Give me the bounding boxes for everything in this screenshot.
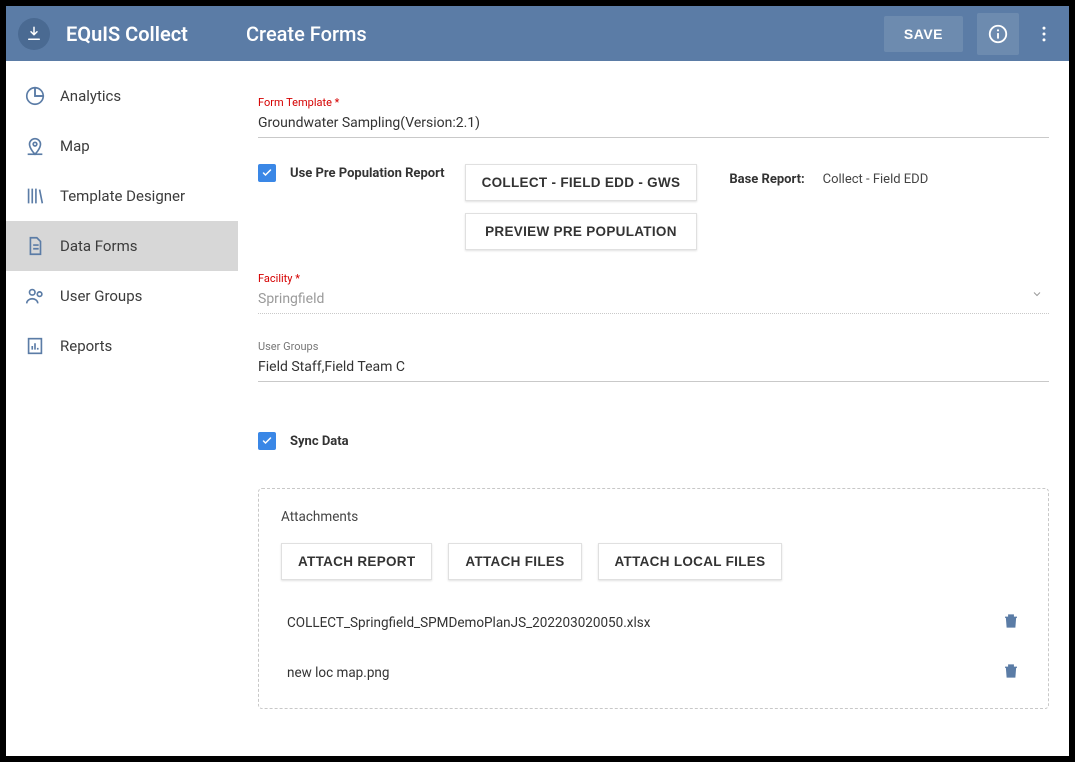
sidebar-item-reports[interactable]: Reports	[6, 321, 238, 371]
sidebar-item-data-forms[interactable]: Data Forms	[6, 221, 238, 271]
sync-data-checkbox[interactable]	[258, 432, 276, 450]
form-template-field[interactable]: Form Template * Groundwater Sampling(Ver…	[258, 96, 1049, 138]
trash-icon	[1002, 662, 1020, 680]
app-title: EQuIS Collect	[61, 22, 241, 46]
delete-attachment-button[interactable]	[1002, 612, 1020, 634]
attachment-name: COLLECT_Springfield_SPMDemoPlanJS_202203…	[287, 615, 650, 631]
collect-report-button[interactable]: COLLECT - FIELD EDD - GWS	[465, 164, 698, 201]
report-icon	[24, 335, 60, 357]
sidebar-item-label: Map	[60, 137, 90, 155]
trash-icon	[1002, 612, 1020, 630]
sidebar: Analytics Map Template Designer Data For…	[6, 61, 238, 756]
users-icon	[24, 285, 60, 307]
topbar: EQuIS Collect Create Forms SAVE	[6, 6, 1069, 61]
user-groups-field[interactable]: User Groups Field Staff,Field Team C	[258, 340, 1049, 382]
preview-prepop-button[interactable]: PREVIEW PRE POPULATION	[465, 213, 698, 250]
books-icon	[24, 185, 60, 207]
sidebar-item-template-designer[interactable]: Template Designer	[6, 171, 238, 221]
sidebar-item-label: User Groups	[60, 287, 142, 305]
attachment-row: COLLECT_Springfield_SPMDemoPlanJS_202203…	[281, 598, 1026, 648]
pie-chart-icon	[24, 85, 60, 107]
attachments-title: Attachments	[281, 509, 1026, 525]
check-icon	[261, 435, 273, 447]
delete-attachment-button[interactable]	[1002, 662, 1020, 684]
attachment-name: new loc map.png	[287, 665, 389, 681]
more-vert-icon	[1034, 24, 1054, 44]
sidebar-item-label: Template Designer	[60, 187, 185, 205]
map-pin-icon	[24, 135, 60, 157]
info-button[interactable]	[977, 13, 1019, 55]
info-icon	[987, 23, 1009, 45]
attachment-row: new loc map.png	[281, 648, 1026, 698]
sidebar-item-map[interactable]: Map	[6, 121, 238, 171]
use-prepop-checkbox[interactable]	[258, 164, 276, 182]
use-prepop-label: Use Pre Population Report	[290, 166, 445, 181]
app-logo[interactable]	[6, 18, 61, 50]
sidebar-item-label: Analytics	[60, 87, 121, 105]
facility-label: Facility *	[258, 272, 1049, 285]
chevron-down-icon	[1031, 285, 1043, 304]
sidebar-item-label: Reports	[60, 337, 112, 355]
attachments-panel: Attachments ATTACH REPORT ATTACH FILES A…	[258, 488, 1049, 709]
sidebar-item-user-groups[interactable]: User Groups	[6, 271, 238, 321]
facility-field[interactable]: Facility * Springfield	[258, 272, 1049, 314]
page-title: Create Forms	[246, 22, 367, 46]
save-button[interactable]: SAVE	[884, 16, 963, 52]
sync-data-label: Sync Data	[290, 434, 349, 449]
check-icon	[261, 167, 273, 179]
content-area: Form Template * Groundwater Sampling(Ver…	[238, 61, 1069, 756]
user-groups-value: Field Staff,Field Team C	[258, 357, 1049, 382]
form-template-value: Groundwater Sampling(Version:2.1)	[258, 113, 1049, 138]
form-template-label: Form Template *	[258, 96, 1049, 109]
attach-local-files-button[interactable]: ATTACH LOCAL FILES	[598, 543, 783, 580]
facility-value: Springfield	[258, 289, 1049, 314]
user-groups-label: User Groups	[258, 340, 1049, 353]
more-menu-button[interactable]	[1029, 13, 1059, 55]
base-report-value: Collect - Field EDD	[823, 172, 929, 187]
app-logo-icon	[25, 25, 43, 43]
sidebar-item-label: Data Forms	[60, 237, 137, 255]
attach-files-button[interactable]: ATTACH FILES	[448, 543, 581, 580]
document-icon	[24, 235, 60, 257]
sidebar-item-analytics[interactable]: Analytics	[6, 71, 238, 121]
attach-report-button[interactable]: ATTACH REPORT	[281, 543, 432, 580]
base-report-label: Base Report:	[729, 172, 804, 187]
